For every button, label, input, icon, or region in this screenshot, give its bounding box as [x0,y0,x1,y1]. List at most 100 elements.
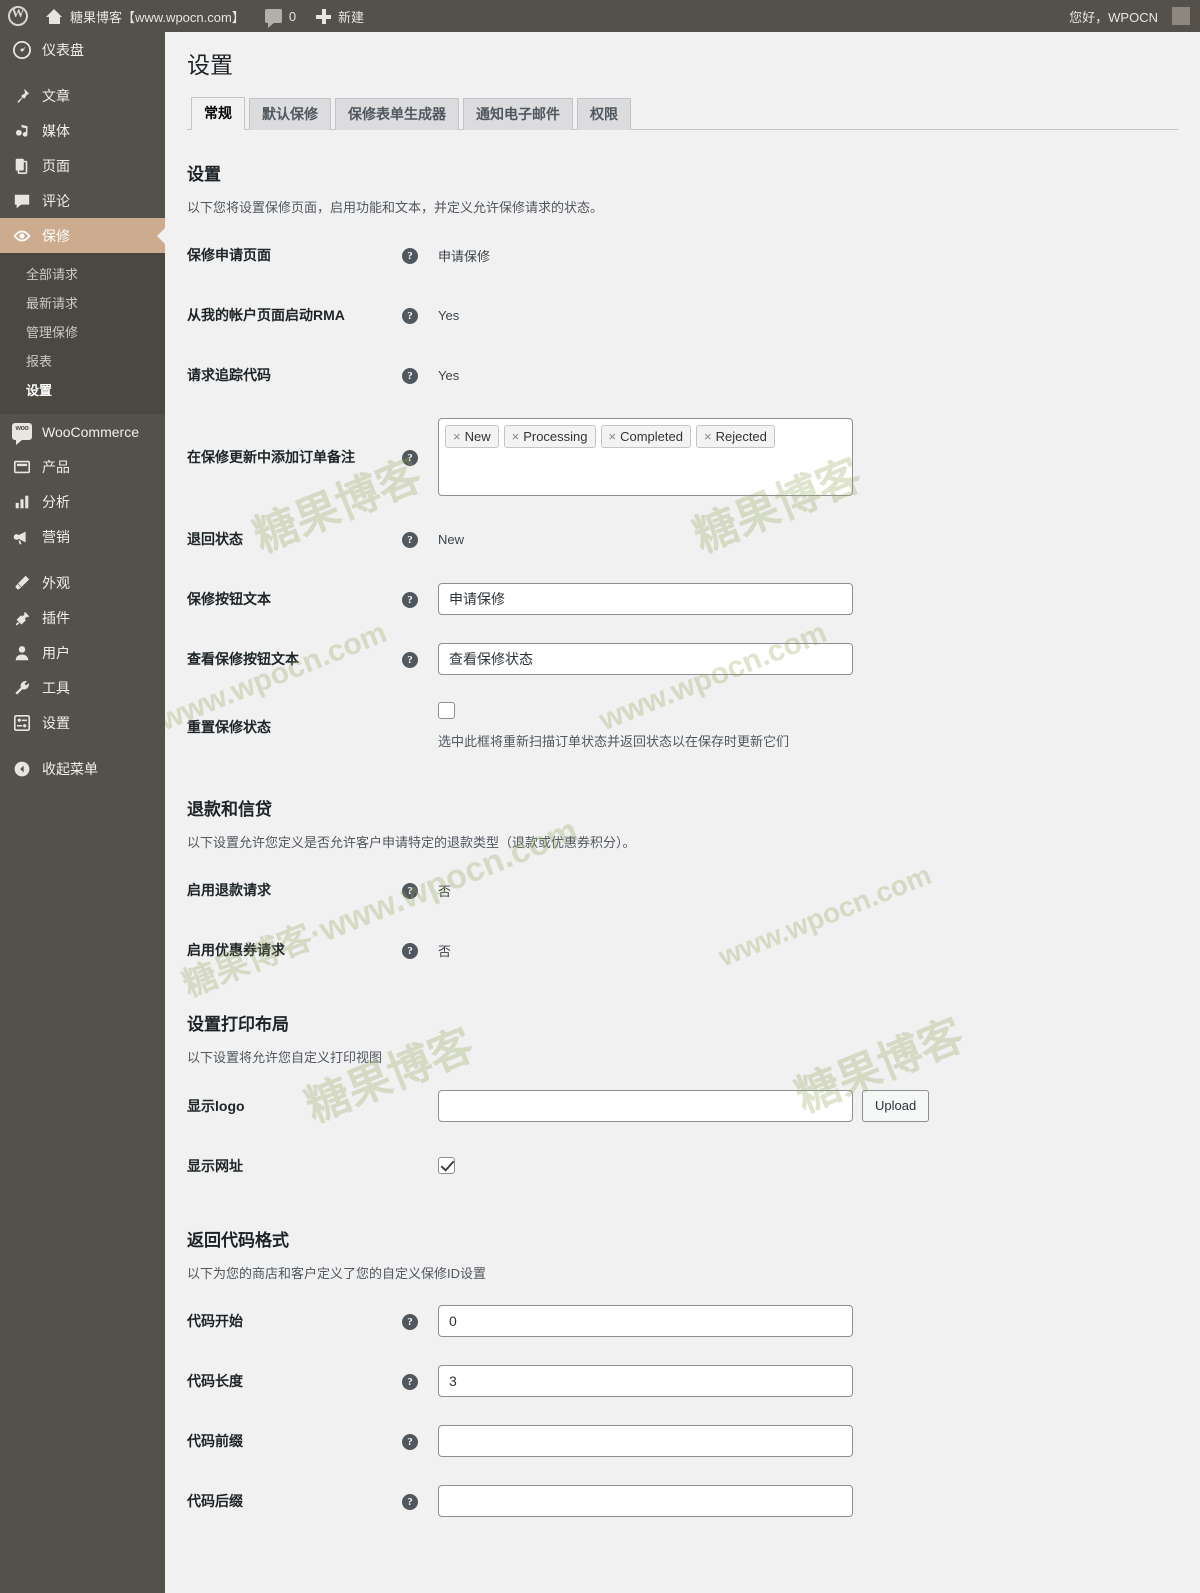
input-代码后缀[interactable] [438,1485,853,1518]
help-question-icon[interactable]: ? [402,1313,418,1330]
account-menu[interactable]: 您好，WPOCN [1059,0,1200,32]
sidebar-item-label: 页面 [42,157,70,174]
sidebar-item-外观[interactable]: 外观 [0,565,165,600]
help-question-icon[interactable]: ? [402,1373,418,1390]
chip-New[interactable]: × New [445,425,499,449]
checkbox-显示网址[interactable] [438,1157,455,1175]
sidebar-item-页面[interactable]: 页面 [0,148,165,183]
setting-label: 启用退款请求 [187,882,271,899]
sidebar-item-保修[interactable]: 保修 [0,218,165,253]
sidebar-item-工具[interactable]: 工具 [0,670,165,705]
sidebar-item-用户[interactable]: 用户 [0,635,165,670]
wordpress-logo-menu[interactable] [0,0,36,32]
help-cell: ? [402,860,438,920]
help-question-icon[interactable]: ? [402,1433,418,1450]
chip-remove-icon[interactable]: × [704,429,712,444]
sidebar-item-label: 工具 [42,679,70,696]
help-question-icon[interactable]: ? [402,651,418,668]
help-question-icon[interactable]: ? [402,1493,418,1510]
tab-权限[interactable]: 权限 [577,97,631,130]
help-question-icon[interactable]: ? [402,882,418,899]
upload-button[interactable]: Upload [862,1089,930,1122]
admin-bar: 糖果博客【www.wpocn.com】 0 新建 您好，WPOCN [0,0,1200,32]
help-cell: ? [402,569,438,629]
help-question-icon[interactable]: ? [402,367,418,384]
help-cell: ? [402,920,438,980]
sidebar-item-营销[interactable]: 营销 [0,519,165,554]
select-启用退款请求[interactable]: 否 [438,881,1168,900]
settings-tab-bar: 常规 默认保修 保修表单生成器 通知电子邮件 权限 [187,96,1178,130]
help-question-icon[interactable]: ? [402,247,418,264]
chip-label: New [464,429,491,445]
avatar [1172,7,1190,25]
select-请求追踪代码[interactable]: Yes [438,368,1168,383]
comments-menu[interactable]: 0 [255,0,306,32]
sidebar-item-文章[interactable]: 文章 [0,78,165,113]
help-cell: ? [402,285,438,345]
select-退回状态[interactable]: New [438,532,1168,547]
input-保修按钮文本[interactable] [438,583,853,616]
setting-field-cell [438,629,1178,689]
sidebar-item-label: 插件 [42,609,70,626]
submenu-item-最新请求[interactable]: 最新请求 [0,289,165,318]
chip-remove-icon[interactable]: × [512,429,520,444]
tab-默认保修[interactable]: 默认保修 [249,97,331,130]
sidebar-item-分析[interactable]: 分析 [0,484,165,519]
submenu-item-设置[interactable]: 设置 [0,376,165,405]
sidebar-item-设置[interactable]: 设置 [0,705,165,740]
settings-row: 保修申请页面? 申请保修 [187,225,1178,285]
input-查看保修按钮文本[interactable] [438,643,853,676]
sidebar-item-媒体[interactable]: 媒体 [0,113,165,148]
settings-row: 启用退款请求? 否 [187,860,1178,920]
setting-field-cell: 选中此框将重新扫描订单状态并返回状态以在保存时更新它们 [438,689,1178,765]
settings-row: 请求追踪代码? Yes [187,345,1178,405]
comment-bubble-icon [264,9,282,28]
help-question-icon[interactable]: ? [402,531,418,548]
sidebar-item-label: 仪表盘 [42,41,84,58]
select-保修申请页面[interactable]: 申请保修 [438,246,1168,265]
chip-remove-icon[interactable]: × [453,429,461,444]
tab-保修表单生成器[interactable]: 保修表单生成器 [335,97,459,130]
chip-Completed[interactable]: × Completed [600,425,691,449]
select-从我的帐户页面启动RMA[interactable]: Yes [438,308,1168,323]
new-content-menu[interactable]: 新建 [306,0,374,32]
setting-label: 显示网址 [187,1157,243,1174]
help-question-icon[interactable]: ? [402,307,418,324]
settings-row: 代码开始? [187,1291,1178,1351]
chip-label: Completed [620,429,683,445]
sidebar-item-评论[interactable]: 评论 [0,183,165,218]
sidebar-item-仪表盘[interactable]: 仪表盘 [0,32,165,67]
settings-sections: 设置 以下您将设置保修页面，启用功能和文本，并定义允许保修请求的状态。 保修申请页面… [187,160,1178,1532]
submenu-item-全部请求[interactable]: 全部请求 [0,260,165,289]
sidebar-menu-top: 仪表盘文章 媒体页面评论 保修 [0,32,165,253]
sidebar-item-产品[interactable]: 产品 [0,449,165,484]
submenu-item-管理保修[interactable]: 管理保修 [0,318,165,347]
help-question-icon[interactable]: ? [402,449,418,466]
select-启用优惠券请求[interactable]: 否 [438,941,1168,960]
input-代码开始[interactable] [438,1305,853,1338]
multiselect-在保修更新中添加订单备注[interactable]: × New × Processing × Completed × Rejected [438,418,853,497]
sidebar-item-收起菜单[interactable]: 收起菜单 [0,751,165,786]
sidebar-item-WooCommerce[interactable]: WooCommerce [0,414,165,449]
checkbox-重置保修状态[interactable] [438,702,455,720]
home-icon [46,8,63,24]
site-title-label: 糖果博客【www.wpocn.com】 [70,9,245,25]
chip-label: Rejected [715,429,767,445]
chip-remove-icon[interactable]: × [609,429,617,444]
submenu-item-报表[interactable]: 报表 [0,347,165,376]
settings-form-table: 显示logo Upload 显示网址 [187,1076,1178,1196]
input-显示logo[interactable] [438,1089,853,1122]
help-question-icon[interactable]: ? [402,942,418,959]
tab-通知电子邮件[interactable]: 通知电子邮件 [463,97,573,130]
site-name-menu[interactable]: 糖果博客【www.wpocn.com】 [36,0,255,32]
sidebar-item-插件[interactable]: 插件 [0,600,165,635]
chip-Processing[interactable]: × Processing [503,425,596,449]
help-question-icon[interactable]: ? [402,591,418,608]
section-heading: 返回代码格式 [187,1230,289,1250]
chip-Rejected[interactable]: × Rejected [695,425,775,449]
setting-label: 代码开始 [187,1313,243,1330]
tab-常规[interactable]: 常规 [191,96,245,130]
help-cell: ? [402,509,438,569]
input-代码前缀[interactable] [438,1425,853,1458]
input-代码长度[interactable] [438,1365,853,1398]
